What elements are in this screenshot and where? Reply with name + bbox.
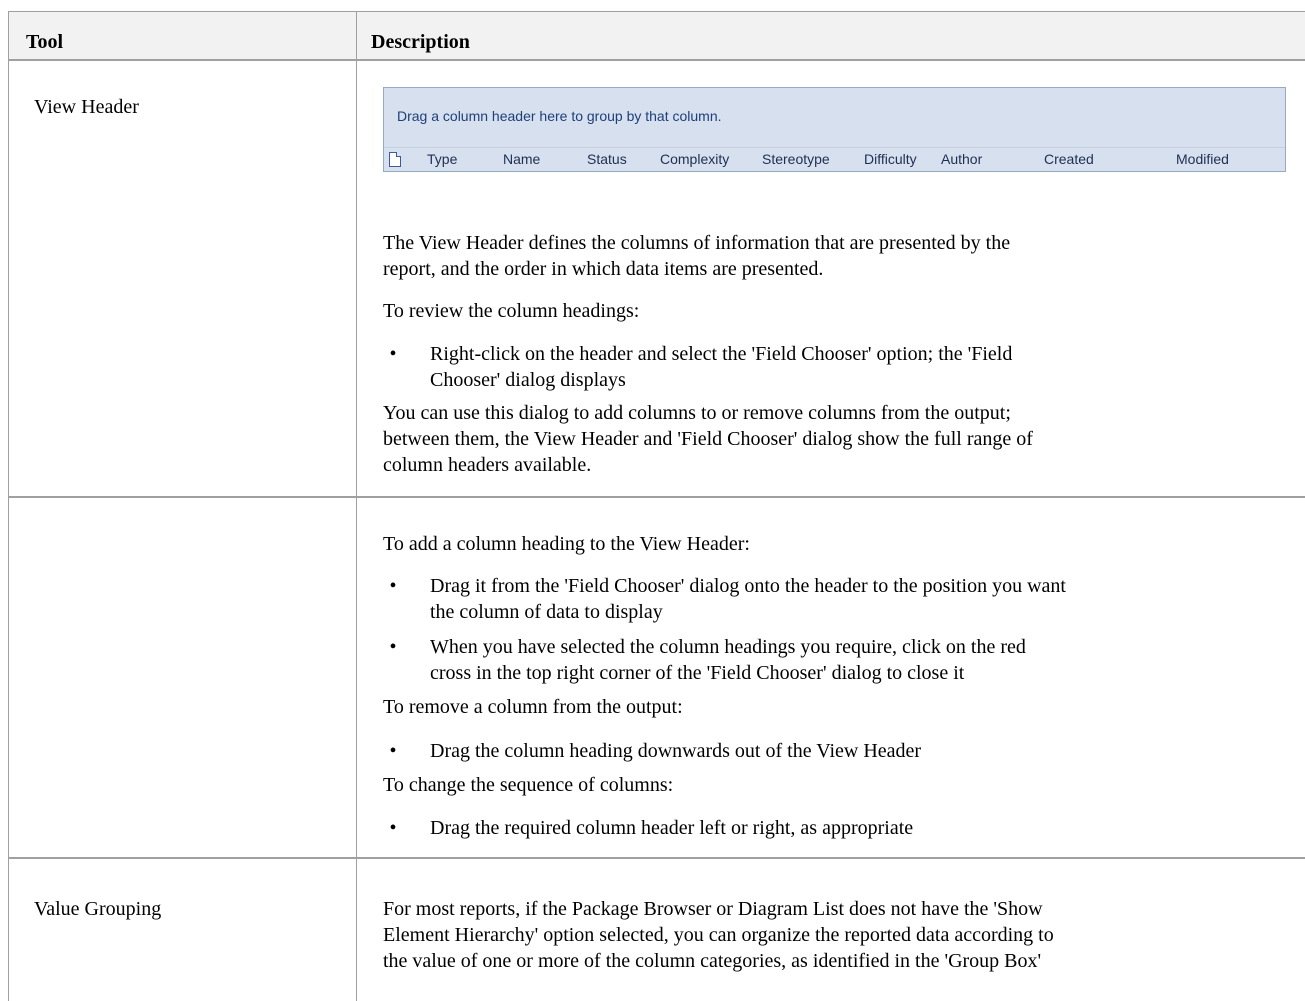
paragraph-line: To change the sequence of columns: (383, 774, 674, 796)
view-header-screenshot: Drag a column header here to group by th… (383, 87, 1286, 172)
row-divider (8, 857, 1305, 859)
group-box-prompt: Drag a column header here to group by th… (397, 108, 722, 124)
column-header-stereotype: Stereotype (762, 151, 830, 167)
paragraph-line: For most reports, if the Package Browser… (383, 898, 1043, 920)
bullet-item: • Drag the required column header left o… (383, 815, 1283, 841)
header-divider (8, 59, 1305, 61)
paragraph-line: To add a column heading to the View Head… (383, 533, 750, 555)
bullet-marker: • (389, 343, 397, 365)
column-header-difficulty: Difficulty (864, 151, 917, 167)
bullet-marker: • (389, 636, 397, 658)
column-divider (356, 11, 357, 1001)
column-header-status: Status (587, 151, 627, 167)
column-header-bar: Type Name Status Complexity Stereotype D… (384, 147, 1285, 171)
bullet-marker: • (389, 575, 397, 597)
tool-name-view-header: View Header (34, 96, 139, 118)
description-column-header: Description (371, 31, 470, 53)
bullet-text-line: Right-click on the header and select the… (430, 343, 1013, 365)
paragraph-line: You can use this dialog to add columns t… (383, 402, 1011, 424)
column-header-name: Name (503, 151, 541, 167)
tool-name-value-grouping: Value Grouping (34, 898, 162, 920)
paragraph-line: To remove a column from the output: (383, 696, 683, 718)
paragraph-line: between them, the View Header and 'Field… (383, 428, 1033, 450)
row-divider (8, 496, 1305, 498)
bullet-item: • Drag it from the 'Field Chooser' dialo… (383, 573, 1283, 625)
bullet-marker: • (389, 740, 397, 762)
bullet-text-line: cross in the top right corner of the 'Fi… (430, 662, 965, 684)
tool-column-header: Tool (26, 31, 64, 53)
bullet-text-line: Drag the column heading downwards out of… (430, 740, 922, 762)
bullet-text-line: the column of data to display (430, 601, 663, 623)
bullet-text-line: Chooser' dialog displays (430, 369, 626, 391)
column-header-created: Created (1044, 151, 1094, 167)
column-header-author: Author (941, 151, 983, 167)
column-header-complexity: Complexity (660, 151, 730, 167)
bullet-marker: • (389, 817, 397, 839)
bullet-text-line: When you have selected the column headin… (430, 636, 1026, 658)
paragraph-line: report, and the order in which data item… (383, 258, 824, 280)
bullet-item: • When you have selected the column head… (383, 634, 1283, 686)
document-icon (389, 152, 401, 167)
paragraph-line: To review the column headings: (383, 300, 640, 322)
column-header-type: Type (427, 151, 458, 167)
paragraph-line: Element Hierarchy' option selected, you … (383, 924, 1054, 946)
bullet-item: • Drag the column heading downwards out … (383, 738, 1283, 764)
paragraph-line: the value of one or more of the column c… (383, 950, 1042, 972)
paragraph-line: column headers available. (383, 454, 592, 476)
bullet-item: • Right-click on the header and select t… (383, 341, 1283, 393)
column-header-modified: Modified (1176, 151, 1229, 167)
paragraph-line: The View Header defines the columns of i… (383, 232, 1011, 254)
bullet-text-line: Drag it from the 'Field Chooser' dialog … (430, 575, 1066, 597)
table-header-row (9, 12, 1305, 60)
bullet-text-line: Drag the required column header left or … (430, 817, 914, 839)
